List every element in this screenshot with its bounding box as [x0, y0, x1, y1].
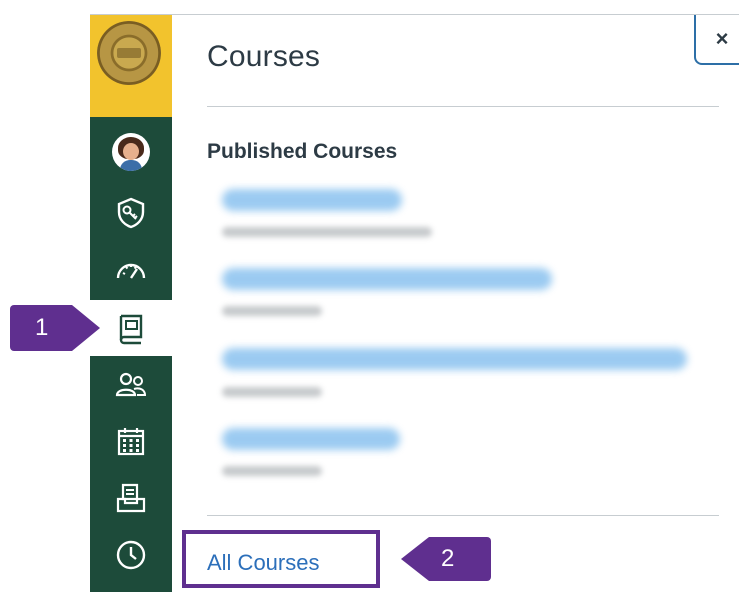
- shield-key-icon: [117, 197, 145, 229]
- divider: [207, 515, 719, 516]
- nav-courses[interactable]: [90, 300, 172, 356]
- close-icon: ×: [715, 26, 729, 51]
- course-link[interactable]: [222, 348, 687, 370]
- callout-number: 1: [35, 314, 49, 341]
- top-border: [90, 14, 739, 15]
- nav-inbox[interactable]: [90, 470, 172, 526]
- groups-people-icon: [115, 372, 147, 397]
- course-link[interactable]: [222, 268, 552, 290]
- courses-book-icon: [119, 314, 143, 345]
- all-courses-link[interactable]: All Courses: [207, 550, 319, 576]
- seal-icon: [97, 21, 161, 85]
- close-button[interactable]: ×: [694, 15, 739, 65]
- tray-title: Courses: [207, 40, 321, 73]
- course-term: [222, 227, 432, 237]
- institution-logo[interactable]: [90, 15, 172, 117]
- calendar-icon: [117, 428, 145, 456]
- callout-step-1: 1: [10, 305, 102, 351]
- callout-number: 2: [441, 545, 455, 572]
- divider: [207, 106, 719, 107]
- course-term: [222, 466, 322, 476]
- course-term: [222, 306, 322, 316]
- course-link[interactable]: [222, 428, 400, 450]
- history-clock-icon: [116, 540, 146, 570]
- avatar: [112, 133, 150, 171]
- dashboard-gauge-icon: [116, 263, 146, 279]
- nav-groups[interactable]: [90, 357, 172, 413]
- course-link[interactable]: [222, 189, 402, 211]
- global-navigation: [90, 15, 172, 592]
- nav-dashboard[interactable]: [90, 242, 172, 298]
- nav-history[interactable]: [90, 527, 172, 583]
- nav-admin[interactable]: [90, 185, 172, 241]
- nav-calendar[interactable]: [90, 413, 172, 469]
- section-title: Published Courses: [207, 140, 398, 163]
- course-term: [222, 387, 322, 397]
- inbox-tray-icon: [116, 483, 146, 513]
- nav-account[interactable]: [90, 124, 172, 180]
- callout-step-2: 2: [399, 537, 491, 581]
